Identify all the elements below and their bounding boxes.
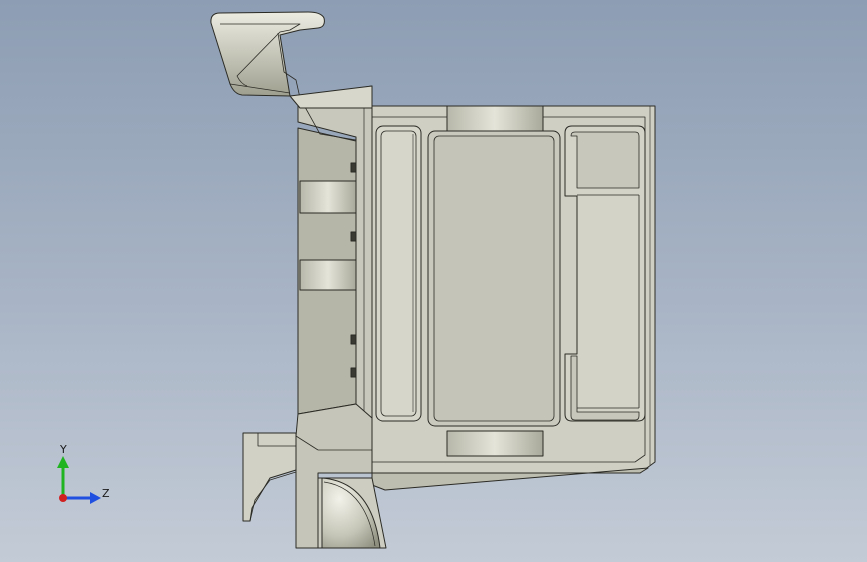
cad-model[interactable] [210,11,656,549]
y-axis-arrow [57,456,69,468]
cad-viewport[interactable]: Y Z [0,0,867,562]
y-axis-label: Y [59,443,67,456]
axis-triad: Y Z [57,443,110,504]
dome-pad [317,477,387,549]
right-slot-frame [564,125,646,422]
center-window [427,130,561,427]
x-axis-origin [59,494,67,502]
z-axis-arrow [90,492,101,504]
z-axis-label: Z [102,487,110,500]
left-slot [375,125,422,422]
